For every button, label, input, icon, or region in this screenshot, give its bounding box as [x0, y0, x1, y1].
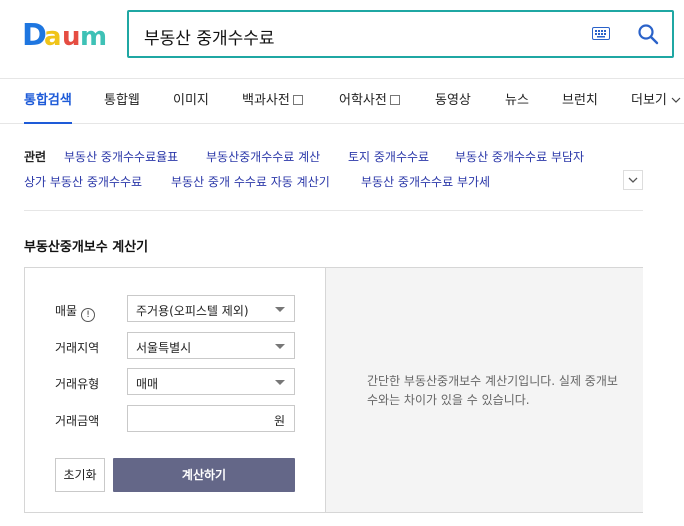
tab-more[interactable]: 더보기: [631, 79, 681, 123]
tab-news[interactable]: 뉴스: [505, 79, 529, 123]
dropdown-arrow-icon: [275, 344, 285, 349]
daum-logo[interactable]: D a u m: [22, 18, 108, 48]
related-link[interactable]: 부동산중개수수료 계산: [206, 148, 320, 165]
logo-letter-a: a: [44, 22, 62, 48]
property-type-select[interactable]: 주거용(오피스텔 제외): [127, 295, 295, 322]
calculator-description: 간단한 부동산중개보수 계산기입니다. 실제 중개보수와는 차이가 있을 수 있…: [367, 374, 618, 407]
tab-images[interactable]: 이미지: [173, 79, 209, 123]
deal-type-select[interactable]: 매매: [127, 368, 295, 395]
related-link[interactable]: 부동산 중개수수료 부담자: [455, 148, 584, 165]
region-select[interactable]: 서울특별시: [127, 332, 295, 359]
info-icon[interactable]: !: [81, 308, 96, 322]
logo-letter-m: m: [80, 22, 107, 48]
search-icon[interactable]: [637, 23, 659, 45]
calculator-title: 부동산중개보수 계산기: [24, 240, 149, 255]
chevron-down-icon: [671, 97, 681, 103]
related-link[interactable]: 토지 중개수수료: [348, 148, 429, 165]
related-expand-button[interactable]: [623, 170, 643, 190]
search-box[interactable]: 부동산 중개수수료: [127, 10, 674, 58]
dropdown-arrow-icon: [275, 380, 285, 385]
logo-letter-u: u: [62, 22, 81, 48]
tab-brunch[interactable]: 브런치: [562, 79, 598, 123]
region-label: 거래지역: [55, 341, 100, 355]
encyclopedia-checkbox[interactable]: [292, 95, 303, 105]
amount-unit: 원: [273, 414, 285, 428]
calculator-result-panel: 간단한 부동산중개보수 계산기입니다. 실제 중개보수와는 차이가 있을 수 있…: [325, 268, 643, 512]
property-label: 매물!: [55, 302, 96, 322]
dictionary-checkbox[interactable]: [389, 95, 400, 105]
search-input[interactable]: 부동산 중개수수료: [144, 24, 275, 49]
reset-button[interactable]: 초기화: [55, 458, 105, 492]
tab-language-dictionary[interactable]: 어학사전: [339, 79, 400, 123]
related-label: 관련: [24, 150, 47, 164]
fee-calculator: 매물! 주거용(오피스텔 제외) 거래지역 서울특별시 거래유형 매매 거래금액…: [24, 267, 643, 513]
related-link[interactable]: 부동산 중개수수료율표: [64, 148, 178, 165]
amount-input[interactable]: 원: [127, 405, 295, 432]
tab-videos[interactable]: 동영상: [435, 79, 471, 123]
deal-type-label: 거래유형: [55, 377, 100, 391]
tab-encyclopedia[interactable]: 백과사전: [242, 79, 303, 123]
tab-integrated-search[interactable]: 통합검색: [24, 79, 72, 124]
amount-label: 거래금액: [55, 414, 100, 428]
calculate-button[interactable]: 계산하기: [113, 458, 295, 492]
related-link[interactable]: 상가 부동산 중개수수료: [24, 173, 142, 190]
dropdown-arrow-icon: [275, 307, 285, 312]
related-link[interactable]: 부동산 중개 수수료 자동 계산기: [171, 173, 330, 190]
chevron-down-icon: [628, 177, 638, 183]
tab-integrated-web[interactable]: 통합웹: [104, 79, 140, 123]
keyboard-icon[interactable]: [592, 27, 610, 40]
related-link[interactable]: 부동산 중개수수료 부가세: [361, 173, 490, 190]
section-divider: [24, 210, 643, 211]
search-tabs: 통합검색 통합웹 이미지 백과사전 어학사전 동영상 뉴스 브런치 더보기: [0, 78, 684, 124]
